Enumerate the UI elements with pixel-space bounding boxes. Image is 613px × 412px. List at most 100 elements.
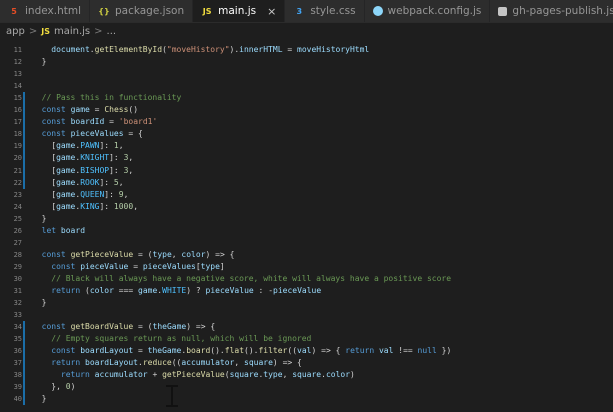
code-line[interactable]: 36 const boardLayout = theGame.board().f… xyxy=(0,345,613,357)
code-text: const boardId = 'board1' xyxy=(41,117,158,127)
code-text: const pieceValue = pieceValues[type] xyxy=(51,261,225,271)
code-line[interactable]: 39 }, 0) xyxy=(0,381,613,393)
line-number: 34 xyxy=(13,323,22,332)
line-number: 24 xyxy=(13,202,22,211)
code-line[interactable]: 40 } xyxy=(0,393,613,405)
webpack-icon xyxy=(372,6,383,16)
code-text: [game.QUEEN]: 9, xyxy=(51,189,129,199)
code-line[interactable]: 21 [game.BISHOP]: 3, xyxy=(0,165,613,177)
text-cursor-icon xyxy=(166,385,178,407)
code-text: [game.ROOK]: 5, xyxy=(51,177,124,187)
code-line[interactable]: 29 const pieceValue = pieceValues[type] xyxy=(0,261,613,273)
gutter-change-marker xyxy=(23,321,25,406)
line-number: 17 xyxy=(13,118,22,127)
breadcrumb-more[interactable]: ... xyxy=(107,26,117,37)
line-number: 12 xyxy=(13,58,22,67)
code-text: }, 0) xyxy=(51,382,76,392)
code-line[interactable]: 15 // Pass this in functionality xyxy=(0,92,613,104)
code-text: [game.BISHOP]: 3, xyxy=(51,165,134,175)
code-line[interactable]: 19 [game.PAWN]: 1, xyxy=(0,140,613,152)
code-text: [game.PAWN]: 1, xyxy=(51,141,124,151)
line-number: 21 xyxy=(13,166,22,175)
code-line[interactable]: 22 [game.ROOK]: 5, xyxy=(0,177,613,189)
code-text: [game.KING]: 1000, xyxy=(51,201,139,211)
code-text: // Pass this in functionality xyxy=(41,93,182,103)
json-file-icon: {} xyxy=(98,6,110,16)
code-line[interactable]: 34 const getBoardValue = (theGame) => { xyxy=(0,321,613,333)
breadcrumb-file[interactable]: main.js xyxy=(54,26,90,37)
code-line[interactable]: 30 // Black will always have a negative … xyxy=(0,273,613,285)
code-line[interactable]: 17 const boardId = 'board1' xyxy=(0,116,613,128)
line-number: 13 xyxy=(13,70,22,79)
code-text: // Black will always have a negative sco… xyxy=(51,273,452,283)
tab-style-css[interactable]: 3 style.css xyxy=(285,0,365,22)
code-text: document.getElementById("moveHistory").i… xyxy=(51,45,370,54)
code-line[interactable]: 12 } xyxy=(0,56,613,68)
tab-label: style.css xyxy=(310,5,356,17)
line-number: 25 xyxy=(13,214,22,223)
code-line[interactable]: 28 const getPieceValue = (type, color) =… xyxy=(0,249,613,261)
code-text: } xyxy=(41,298,47,308)
code-text: return accumulator + getPieceValue(squar… xyxy=(60,370,355,380)
code-line[interactable]: 24 [game.KING]: 1000, xyxy=(0,201,613,213)
line-number: 35 xyxy=(13,335,22,344)
code-line[interactable]: 33 xyxy=(0,309,613,321)
code-text: const getBoardValue = (theGame) => { xyxy=(41,322,216,332)
css-file-icon: 3 xyxy=(296,6,303,16)
line-number: 22 xyxy=(13,178,22,187)
line-number: 27 xyxy=(13,238,22,247)
code-line[interactable]: 14 xyxy=(0,80,613,92)
code-text: } xyxy=(41,57,47,67)
code-line[interactable]: 16 const game = Chess() xyxy=(0,104,613,116)
line-number: 37 xyxy=(13,359,22,368)
code-line[interactable]: 25 } xyxy=(0,213,613,225)
line-number: 16 xyxy=(13,106,22,115)
code-line[interactable]: 38 return accumulator + getPieceValue(sq… xyxy=(0,369,613,381)
code-text: let board xyxy=(41,225,86,235)
code-line[interactable]: 27 xyxy=(0,237,613,249)
html-file-icon: 5 xyxy=(11,6,17,16)
line-number: 20 xyxy=(13,154,22,163)
tab-package-json[interactable]: {} package.json xyxy=(89,0,194,22)
line-number: 39 xyxy=(13,383,22,392)
tab-gh-pages-publish-js[interactable]: gh-pages-publish.js xyxy=(490,0,613,22)
code-text: const game = Chess() xyxy=(41,105,139,115)
tab-label: index.html xyxy=(25,5,81,17)
code-text: return boardLayout.reduce((accumulator, … xyxy=(51,358,302,368)
line-number: 26 xyxy=(13,226,22,235)
code-text: } xyxy=(41,213,47,223)
code-line[interactable]: 35 // Empty squares return as null, whic… xyxy=(0,333,613,345)
close-tab-icon[interactable]: × xyxy=(267,5,276,18)
code-text: [game.KNIGHT]: 3, xyxy=(51,153,134,163)
line-number: 33 xyxy=(13,311,22,320)
tab-label: main.js xyxy=(218,5,257,17)
code-text: const getPieceValue = (type, color) => { xyxy=(41,249,235,259)
code-line[interactable]: 13 xyxy=(0,68,613,80)
breadcrumb-folder[interactable]: app xyxy=(6,26,25,37)
line-number: 15 xyxy=(13,94,22,103)
code-line[interactable]: 31 return (color === game.WHITE) ? piece… xyxy=(0,285,613,297)
code-line[interactable]: 11 document.getElementById("moveHistory"… xyxy=(0,44,613,56)
code-line[interactable]: 26 let board xyxy=(0,225,613,237)
code-editor[interactable]: 11 document.getElementById("moveHistory"… xyxy=(0,42,613,412)
tab-index-html[interactable]: 5 index.html xyxy=(0,0,90,22)
tab-label: gh-pages-publish.js xyxy=(512,5,613,17)
gutter-change-marker xyxy=(23,92,25,189)
line-number: 19 xyxy=(13,142,22,151)
code-line[interactable]: 18 const pieceValues = { xyxy=(0,128,613,140)
code-line[interactable]: 23 [game.QUEEN]: 9, xyxy=(0,189,613,201)
tab-webpack-config-js[interactable]: webpack.config.js xyxy=(364,0,491,22)
line-number: 31 xyxy=(13,287,22,295)
code-text: // Empty squares return as null, which w… xyxy=(51,334,312,344)
code-line[interactable]: 20 [game.KNIGHT]: 3, xyxy=(0,152,613,164)
js-file-icon: JS xyxy=(202,6,212,16)
code-text: const boardLayout = theGame.board().flat… xyxy=(51,346,452,356)
line-number: 28 xyxy=(13,250,22,259)
breadcrumb-separator: > xyxy=(94,25,103,37)
line-number: 40 xyxy=(13,395,22,404)
code-text: const pieceValues = { xyxy=(41,129,143,139)
line-number: 23 xyxy=(13,190,22,199)
tab-main-js[interactable]: JS main.js × xyxy=(193,0,286,22)
code-line[interactable]: 32 } xyxy=(0,297,613,309)
code-line[interactable]: 37 return boardLayout.reduce((accumulato… xyxy=(0,357,613,369)
